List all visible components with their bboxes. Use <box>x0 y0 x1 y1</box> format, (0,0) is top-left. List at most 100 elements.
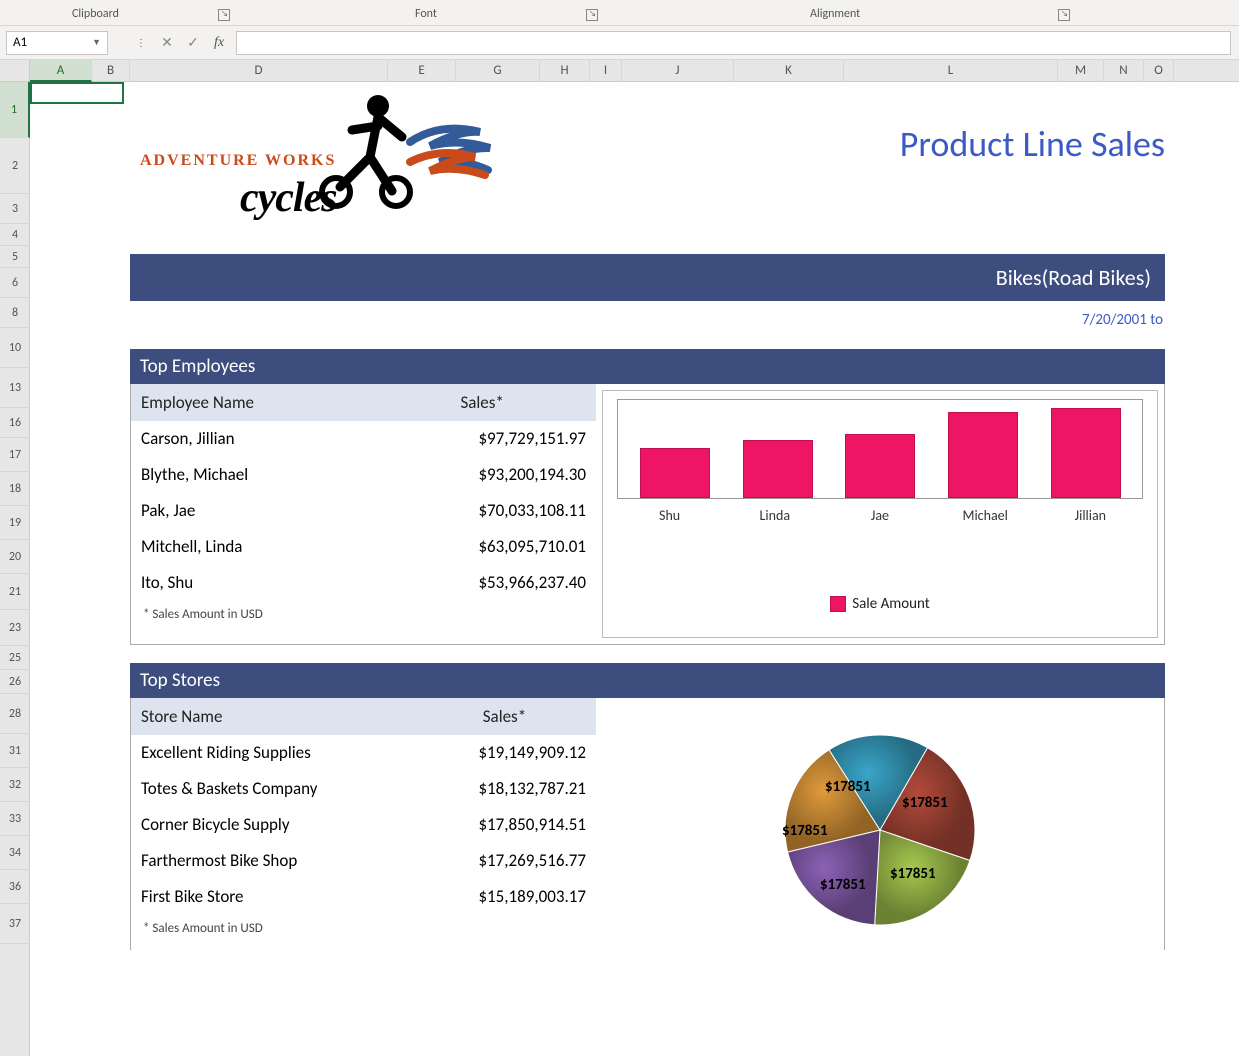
column-header[interactable]: L <box>844 60 1058 82</box>
chart-bar-label: Jae <box>845 507 915 524</box>
report-timespan: 7/20/2001 to <box>130 311 1163 329</box>
chart-bar <box>845 434 915 498</box>
selected-cell[interactable] <box>30 82 124 104</box>
col-store-name: Store Name <box>131 698 413 735</box>
stores-pie-chart: $17851$17851$17851$17851$17851 <box>602 704 1158 934</box>
cell-employee-name: Mitchell, Linda <box>131 529 368 565</box>
row-header[interactable]: 31 <box>0 734 30 768</box>
select-all-corner[interactable] <box>0 60 30 82</box>
pie-data-label: $17851 <box>782 822 828 840</box>
row-header[interactable]: 8 <box>0 298 30 328</box>
font-launcher-icon[interactable]: ↘ <box>586 9 598 21</box>
row-header[interactable]: 26 <box>0 670 30 694</box>
table-row: Pak, Jae$70,033,108.11 <box>131 493 596 529</box>
logo-text-bottom: cycles <box>240 174 337 222</box>
column-header[interactable]: A <box>30 60 92 82</box>
row-header[interactable]: 19 <box>0 506 30 540</box>
row-header[interactable]: 21 <box>0 574 30 610</box>
table-row: Excellent Riding Supplies$19,149,909.12 <box>131 735 596 771</box>
cell-employee-sales: $53,966,237.40 <box>368 565 596 601</box>
row-header[interactable]: 23 <box>0 610 30 646</box>
row-headers[interactable]: 1234568101316171819202123252628313233343… <box>0 82 30 1056</box>
chart-bar <box>640 448 710 498</box>
stores-table: Store Name Sales* Excellent Riding Suppl… <box>131 698 596 915</box>
column-header[interactable]: M <box>1058 60 1104 82</box>
row-header[interactable]: 36 <box>0 870 30 904</box>
section-title-stores: Top Stores <box>130 663 1165 698</box>
clipboard-launcher-icon[interactable]: ↘ <box>218 9 230 21</box>
formula-bar: A1 ▼ ⋮ ✕ ✓ fx <box>0 26 1239 60</box>
row-header[interactable]: 25 <box>0 646 30 670</box>
cell-employee-name: Pak, Jae <box>131 493 368 529</box>
logo-text-top: ADVENTURE WORKS <box>140 152 336 170</box>
row-header[interactable]: 10 <box>0 328 30 368</box>
cell-employee-name: Carson, Jillian <box>131 421 368 457</box>
enter-formula-button[interactable]: ✓ <box>180 31 206 55</box>
column-header[interactable]: G <box>456 60 540 82</box>
employees-bar-chart: ShuLindaJaeMichaelJillian Sale Amount <box>602 390 1158 638</box>
legend-swatch-icon <box>830 596 846 612</box>
sheet-canvas[interactable]: ADVENTURE WORKS cycles Product Line Sale… <box>30 82 1239 1056</box>
formula-input[interactable] <box>236 31 1231 55</box>
row-header[interactable]: 6 <box>0 268 30 298</box>
row-header[interactable]: 33 <box>0 802 30 836</box>
row-header[interactable]: 18 <box>0 472 30 506</box>
column-header[interactable]: O <box>1144 60 1174 82</box>
section-title-employees: Top Employees <box>130 349 1165 384</box>
col-employee-sales: Sales* <box>368 384 596 421</box>
table-row: Carson, Jillian$97,729,151.97 <box>131 421 596 457</box>
table-header-row: Store Name Sales* <box>131 698 596 735</box>
column-header[interactable]: I <box>590 60 622 82</box>
row-header[interactable]: 13 <box>0 368 30 408</box>
chevron-down-icon[interactable]: ▼ <box>92 37 101 48</box>
column-header[interactable]: J <box>622 60 734 82</box>
column-header[interactable]: E <box>388 60 456 82</box>
table-row: Totes & Baskets Company$18,132,787.21 <box>131 771 596 807</box>
section-body-employees: Employee Name Sales* Carson, Jillian$97,… <box>130 384 1165 645</box>
column-headers[interactable]: ABDEGHIJKLMNO <box>30 60 1239 82</box>
legend-label: Sale Amount <box>852 595 930 613</box>
spreadsheet-grid[interactable]: ABDEGHIJKLMNO 12345681013161718192021232… <box>0 60 1239 1056</box>
chart-bar <box>948 412 1018 498</box>
row-header[interactable]: 32 <box>0 768 30 802</box>
employees-footnote: * Sales Amount in USD <box>131 601 596 628</box>
category-band: Bikes(Road Bikes) <box>130 254 1165 301</box>
cell-employee-sales: $93,200,194.30 <box>368 457 596 493</box>
chart-bar <box>743 440 813 498</box>
chart-bar-label: Michael <box>950 507 1020 524</box>
name-box-value: A1 <box>13 35 27 50</box>
row-header[interactable]: 5 <box>0 246 30 268</box>
cell-store-sales: $15,189,003.17 <box>413 879 596 915</box>
chart-bar-label: Shu <box>635 507 705 524</box>
column-header[interactable]: D <box>130 60 388 82</box>
row-header[interactable]: 37 <box>0 904 30 944</box>
row-header[interactable]: 20 <box>0 540 30 574</box>
more-icon[interactable]: ⋮ <box>128 31 154 55</box>
row-header[interactable]: 3 <box>0 194 30 224</box>
column-header[interactable]: K <box>734 60 844 82</box>
fx-icon[interactable]: fx <box>206 31 232 55</box>
row-header[interactable]: 4 <box>0 224 30 246</box>
bar-chart-legend: Sale Amount <box>603 595 1157 613</box>
cell-employee-sales: $63,095,710.01 <box>368 529 596 565</box>
chart-bar-label: Jillian <box>1055 507 1125 524</box>
row-header[interactable]: 16 <box>0 408 30 438</box>
cell-employee-sales: $97,729,151.97 <box>368 421 596 457</box>
row-header[interactable]: 2 <box>0 138 30 194</box>
ribbon-group-clipboard: Clipboard <box>72 7 119 21</box>
row-header[interactable]: 1 <box>0 82 30 138</box>
cell-store-sales: $18,132,787.21 <box>413 771 596 807</box>
column-header[interactable]: N <box>1104 60 1144 82</box>
alignment-launcher-icon[interactable]: ↘ <box>1058 9 1070 21</box>
name-box[interactable]: A1 ▼ <box>6 31 108 55</box>
column-header[interactable]: B <box>92 60 130 82</box>
pie-data-label: $17851 <box>820 876 866 894</box>
stores-footnote: * Sales Amount in USD <box>131 915 596 942</box>
column-header[interactable]: H <box>540 60 590 82</box>
cancel-formula-button[interactable]: ✕ <box>154 31 180 55</box>
row-header[interactable]: 28 <box>0 694 30 734</box>
row-header[interactable]: 34 <box>0 836 30 870</box>
row-header[interactable]: 17 <box>0 438 30 472</box>
cell-store-name: Totes & Baskets Company <box>131 771 413 807</box>
cell-store-sales: $17,269,516.77 <box>413 843 596 879</box>
